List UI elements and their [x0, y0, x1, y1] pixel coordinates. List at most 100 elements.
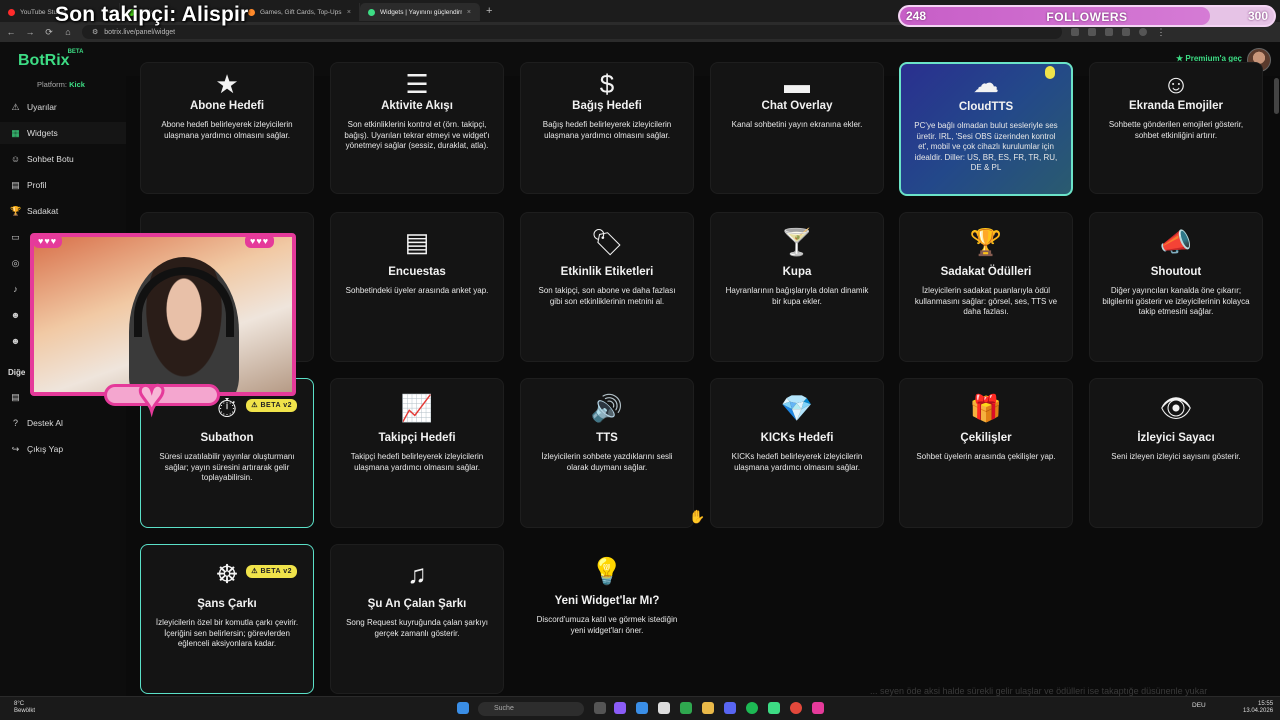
home-icon[interactable]: ⌂ — [63, 27, 73, 37]
taskbar-search[interactable]: Suche — [478, 702, 584, 716]
sidebar-item-alerts[interactable]: ⚠ Uyarılar — [0, 96, 126, 118]
poll-icon: ▤ — [404, 227, 430, 257]
widget-title: Çekilişler — [960, 432, 1012, 444]
heart-icon: ♥ — [136, 369, 166, 421]
widget-title: Subathon — [200, 432, 254, 444]
widget-card-donation-goal[interactable]: $ Bağış Hedefi Bağış hedefi belirleyerek… — [520, 62, 694, 194]
widget-title: Yeni Widget'lar Mı? — [554, 595, 660, 607]
chrome-icon[interactable] — [790, 702, 802, 714]
sidebar-item-support[interactable]: ? Destek Al — [0, 412, 126, 434]
scrollbar[interactable] — [1274, 78, 1279, 114]
megaphone-icon: 📣 — [1159, 227, 1193, 257]
close-icon[interactable]: × — [467, 9, 471, 16]
robot-icon: ☺ — [10, 154, 21, 164]
url-field[interactable]: ⚙ botrix.live/panel/widget — [82, 25, 1062, 39]
followers-goal-bar: 248 FOLLOWERS 300 — [898, 5, 1276, 27]
widget-card-cloudtts[interactable]: ☁ CloudTTS PC'ye bağlı olmadan bulut ses… — [899, 62, 1073, 196]
hearts-decoration-icon: ♥♥♥ — [33, 234, 63, 248]
clock[interactable]: 15:55 13.04.2026 — [1243, 701, 1273, 715]
widget-card-wheel[interactable]: ☸ ⚠ BETA v2 Şans Çarkı İzleyicilerin öze… — [140, 544, 314, 694]
menu-icon[interactable]: ⋮ — [1156, 27, 1166, 38]
task-view-icon[interactable] — [594, 702, 606, 714]
widget-desc: Song Request kuyruğunda çalan şarkıyı ge… — [346, 618, 488, 638]
system-tray[interactable]: DEU — [1192, 702, 1206, 709]
sidebar-item-widgets[interactable]: ▦ Widgets — [0, 122, 126, 144]
site-info-icon[interactable]: ⚙ — [92, 28, 98, 36]
widget-card-chat-overlay[interactable]: ▬ Chat Overlay Kanal sohbetini yayın ekr… — [710, 62, 884, 194]
widget-card-sub-goal[interactable]: ★ Abone Hedefi Abone hedefi belirleyerek… — [140, 62, 314, 194]
widget-card-shoutout[interactable]: 📣 Shoutout Diğer yayıncıları kanalda öne… — [1089, 212, 1263, 362]
widget-desc: Bağış hedefi belirleyerek izleyicilerin … — [542, 120, 672, 140]
clock-time: 15:55 — [1258, 701, 1274, 707]
sidebar-item-label: Sadakat — [27, 206, 59, 216]
forward-icon[interactable]: → — [25, 27, 35, 37]
browser-tab-active[interactable]: Widgets | Yayınını güçlendirme... × — [360, 3, 480, 21]
platform-label: Platform: — [37, 80, 68, 89]
extension-icon[interactable] — [1071, 28, 1079, 36]
widget-card-viewer-counter[interactable]: 👁 İzleyici Sayacı Seni izleyen izleyici … — [1089, 378, 1263, 528]
widget-card-event-labels[interactable]: 🏷 Etkinlik Etiketleri Son takipçi, son a… — [520, 212, 694, 362]
help-icon: ? — [12, 418, 18, 428]
sidebar-item-label: Çıkış Yap — [27, 444, 64, 454]
widget-card-cup[interactable]: 🍸 Kupa Hayranlarının bağışlarıyla dolan … — [710, 212, 884, 362]
widget-desc: Kanal sohbetini yayın ekranına ekler. — [731, 120, 863, 129]
widget-card-polls[interactable]: ▤ Encuestas Sohbetindeki üyeler arasında… — [330, 212, 504, 362]
botrix-logo[interactable]: BotRixBETA — [18, 49, 85, 70]
sidebar-item-loyalty[interactable]: 🏆 Sadakat — [0, 200, 126, 222]
spotify-icon[interactable] — [746, 702, 758, 714]
widget-card-giveaways[interactable]: 🎁 Çekilişler Sohbet üyelerin arasında çe… — [899, 378, 1073, 528]
reload-icon[interactable]: ⟳ — [44, 27, 54, 38]
discord-icon[interactable] — [724, 702, 736, 714]
widget-card-activity-feed[interactable]: ☰ Aktivite Akışı Son etkinliklerini kont… — [330, 62, 504, 194]
trophy-icon: 🏆 — [969, 227, 1003, 257]
widget-title: KICKs Hedefi — [760, 432, 834, 444]
file-explorer-icon[interactable] — [702, 702, 714, 714]
back-icon[interactable]: ← — [6, 27, 16, 37]
sidebar-item-logout[interactable]: ↪ Çıkış Yap — [0, 438, 126, 460]
widget-card-loyalty-rewards[interactable]: 🏆 Sadakat Ödülleri İzleyicilerin sadakat… — [899, 212, 1073, 362]
widget-card-now-playing[interactable]: ♫ Şu An Çalan Şarkı Song Request kuyruğu… — [330, 544, 504, 694]
widget-card-suggest-new[interactable]: 💡 Yeni Widget'lar Mı? Discord'umuza katı… — [520, 544, 694, 694]
widget-card-emojis[interactable]: ☺ Ekranda Emojiler Sohbette gönderilen e… — [1089, 62, 1263, 194]
widget-title: Abone Hedefi — [189, 100, 265, 112]
windows-start-icon[interactable] — [457, 702, 469, 714]
app-icon[interactable] — [614, 702, 626, 714]
sidebar-item-profile[interactable]: ▤ Profil — [0, 174, 126, 196]
widget-desc: Abone hedefi belirleyerek izleyicilerin … — [161, 120, 293, 140]
platform-indicator: Platform: Kick — [37, 80, 85, 89]
logo-text: BotRix — [18, 52, 70, 69]
extension-icon[interactable] — [1105, 28, 1113, 36]
music-note-icon: ♫ — [407, 559, 427, 589]
tab-favicon-icon — [8, 8, 15, 16]
widget-desc: Süresi uzatılabilir yayınlar oluşturmanı… — [159, 452, 295, 482]
new-tab-icon[interactable]: + — [486, 5, 492, 17]
badge-label: BETA v2 — [260, 568, 292, 575]
browser-tab[interactable]: Games, Gift Cards, Top-Ups & V... × — [240, 3, 360, 21]
widget-card-tts[interactable]: 🔊 TTS İzleyicilerin sohbete yazdıklarını… — [520, 378, 694, 528]
weather-widget[interactable]: 8°C Bewölkt — [14, 701, 35, 715]
widget-card-follower-goal[interactable]: 📈 Takipçi Hedefi Takipçi hedefi belirley… — [330, 378, 504, 528]
widget-desc: Seni izleyen izleyici sayısını gösterir. — [1111, 452, 1241, 461]
close-icon[interactable]: × — [347, 9, 351, 16]
widget-card-kicks-goal[interactable]: 💎 KICKs Hedefi KICKs hedefi belirleyerek… — [710, 378, 884, 528]
background-ghost-text: ... seyen öde aksi halde sürekli gelir u… — [870, 686, 1208, 696]
music-icon: ♪ — [13, 284, 18, 294]
widget-desc: Sohbetindeki üyeler arasında anket yap. — [345, 286, 489, 295]
profile-icon[interactable] — [1139, 28, 1147, 36]
hand-cursor-icon: ✋ — [689, 509, 706, 524]
app-icon[interactable] — [812, 702, 824, 714]
dollar-icon: $ — [599, 69, 615, 99]
new-badge — [1045, 66, 1055, 79]
hearts-decoration-icon: ♥♥♥ — [245, 234, 275, 248]
widget-title: Aktivite Akışı — [381, 100, 453, 112]
list-icon: ☰ — [405, 69, 429, 99]
app-icon[interactable] — [680, 702, 692, 714]
chat-bubble-icon: ▬ — [784, 69, 810, 99]
extension-icon[interactable] — [1088, 28, 1096, 36]
edge-icon[interactable] — [636, 702, 648, 714]
os-taskbar: 8°C Bewölkt Suche DEU 15:55 13.04.2026 — [0, 696, 1280, 720]
sidebar-item-chatbot[interactable]: ☺ Sohbet Botu — [0, 148, 126, 170]
download-icon[interactable] — [1122, 28, 1130, 36]
app-icon[interactable] — [658, 702, 670, 714]
app-icon[interactable] — [768, 702, 780, 714]
